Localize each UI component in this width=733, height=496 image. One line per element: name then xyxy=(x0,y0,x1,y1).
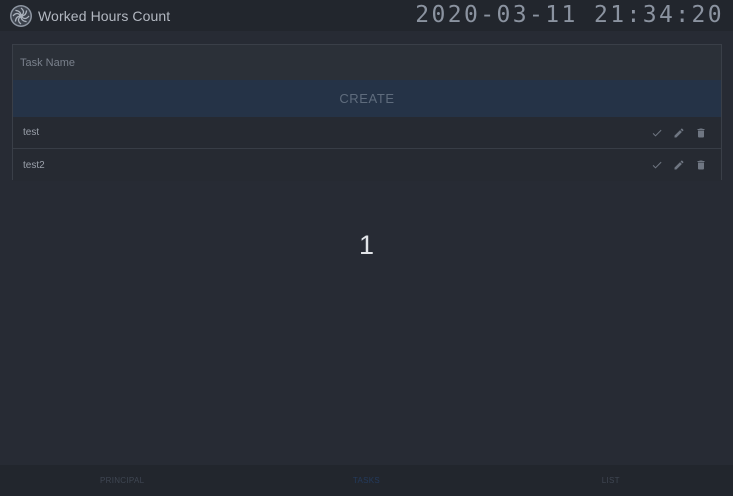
task-actions xyxy=(650,117,707,148)
task-row: test2 xyxy=(13,149,721,181)
pencil-icon[interactable] xyxy=(672,159,685,172)
task-panel: CREATE test test2 xyxy=(12,44,722,181)
swirl-logo-icon xyxy=(8,3,34,29)
nav-item-principal[interactable]: PRINCIPAL xyxy=(0,465,244,496)
pencil-icon[interactable] xyxy=(672,126,685,139)
clock-display: 2020-03-11 21:34:20 xyxy=(415,2,724,28)
nav-item-tasks[interactable]: TASKS xyxy=(244,465,488,496)
task-name: test xyxy=(23,127,40,138)
trash-icon[interactable] xyxy=(694,159,707,172)
check-icon[interactable] xyxy=(650,126,663,139)
task-name-input[interactable] xyxy=(13,45,721,80)
create-button[interactable]: CREATE xyxy=(13,80,721,117)
task-actions xyxy=(650,149,707,181)
bottom-nav: PRINCIPAL TASKS LIST xyxy=(0,465,733,496)
app-title: Worked Hours Count xyxy=(38,7,171,24)
header-bar: Worked Hours Count 2020-03-11 21:34:20 xyxy=(0,0,733,31)
page-number: 1 xyxy=(358,230,375,260)
check-icon[interactable] xyxy=(650,159,663,172)
task-name: test2 xyxy=(23,159,45,171)
trash-icon[interactable] xyxy=(694,126,707,139)
app-window: Worked Hours Count 2020-03-11 21:34:20 C… xyxy=(0,0,733,496)
nav-item-list[interactable]: LIST xyxy=(489,465,733,496)
task-row: test xyxy=(13,117,721,149)
